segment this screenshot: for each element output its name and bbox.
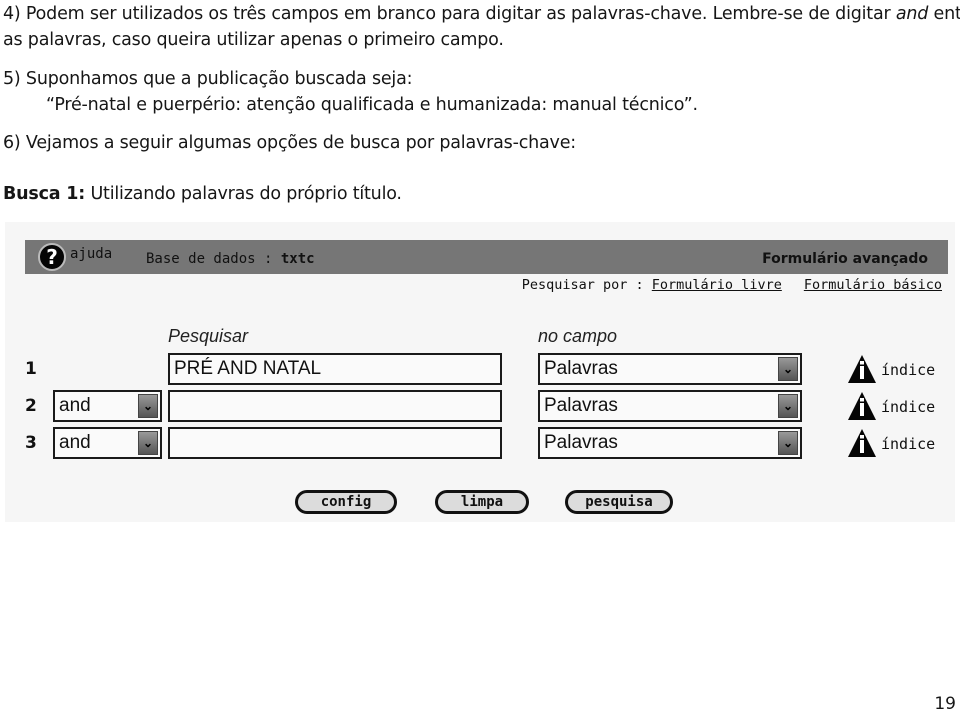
- field-select-3[interactable]: Palavras ⌄: [538, 427, 802, 459]
- index-link-3[interactable]: índice: [847, 428, 947, 458]
- field-select-value: Palavras: [544, 432, 618, 453]
- search-by-label: Pesquisar por :: [521, 277, 652, 293]
- field-select-1[interactable]: Palavras ⌄: [538, 353, 802, 385]
- field-select-value: Palavras: [544, 395, 618, 416]
- field-select-value: Palavras: [544, 358, 618, 379]
- index-label: índice: [881, 361, 936, 379]
- config-button[interactable]: config: [295, 490, 397, 514]
- paragraph-5-quote: “Pré-natal e puerpério: atenção qualific…: [46, 95, 698, 115]
- advanced-search-form-screenshot: ? ajuda Base de dados : txtc Formulário …: [5, 222, 955, 522]
- row-number: 1: [25, 359, 37, 379]
- index-label: índice: [881, 435, 936, 453]
- form-title: Formulário avançado: [762, 251, 928, 267]
- paragraph-5-line-1: 5) Suponhamos que a publicação buscada s…: [3, 69, 413, 89]
- text: 4) Podem ser utilizados os três campos e…: [3, 4, 896, 24]
- search-term-input-1[interactable]: PRÉ AND NATAL: [168, 353, 502, 385]
- row-number: 2: [25, 396, 37, 416]
- field-column-header: no campo: [538, 326, 618, 346]
- search-term-input-2[interactable]: [168, 390, 502, 422]
- basic-form-link[interactable]: Formulário básico: [804, 277, 942, 293]
- index-link-2[interactable]: índice: [847, 391, 947, 421]
- index-link-1[interactable]: índice: [847, 354, 947, 384]
- top-bar: ? ajuda Base de dados : txtc Formulário …: [25, 240, 948, 274]
- database-value: txtc: [280, 251, 315, 267]
- clear-button[interactable]: limpa: [435, 490, 529, 514]
- chevron-down-icon[interactable]: ⌄: [138, 394, 158, 418]
- warning-info-icon: [848, 392, 876, 420]
- chevron-down-icon[interactable]: ⌄: [778, 431, 798, 455]
- operator-select-value: and: [59, 395, 91, 416]
- free-form-link[interactable]: Formulário livre: [652, 277, 782, 293]
- busca-label: Busca 1:: [3, 184, 86, 204]
- search-by-bar: Pesquisar por : Formulário livre Formulár…: [522, 277, 942, 293]
- emphasis-and: and: [895, 4, 929, 24]
- busca-text: Utilizando palavras do próprio título.: [85, 184, 402, 204]
- row-number: 3: [25, 433, 37, 453]
- index-label: índice: [881, 398, 936, 416]
- search-button[interactable]: pesquisa: [565, 490, 673, 514]
- database-label-text: Base de dados :: [146, 251, 281, 267]
- search-column-header: Pesquisar: [168, 326, 249, 346]
- search-term-input-3[interactable]: [168, 427, 502, 459]
- paragraph-4-line-1: 4) Podem ser utilizados os três campos e…: [3, 3, 960, 25]
- chevron-down-icon[interactable]: ⌄: [138, 431, 158, 455]
- database-label: Base de dados : txtc: [146, 251, 315, 267]
- help-link[interactable]: ajuda: [70, 246, 112, 262]
- operator-select-2[interactable]: and ⌄: [53, 390, 162, 422]
- warning-info-icon: [848, 355, 876, 383]
- operator-select-value: and: [59, 432, 91, 453]
- busca-1-heading: Busca 1: Utilizando palavras do próprio …: [3, 183, 402, 205]
- operator-select-3[interactable]: and ⌄: [53, 427, 162, 459]
- field-select-2[interactable]: Palavras ⌄: [538, 390, 802, 422]
- paragraph-6: 6) Vejamos a seguir algumas opções de bu…: [3, 133, 576, 153]
- question-mark-icon[interactable]: ?: [38, 243, 66, 271]
- text: entre: [933, 4, 960, 24]
- chevron-down-icon[interactable]: ⌄: [778, 357, 798, 381]
- page-number: 19: [934, 694, 956, 714]
- warning-info-icon: [848, 429, 876, 457]
- paragraph-4-line-2: as palavras, caso queira utilizar apenas…: [3, 30, 504, 50]
- chevron-down-icon[interactable]: ⌄: [778, 394, 798, 418]
